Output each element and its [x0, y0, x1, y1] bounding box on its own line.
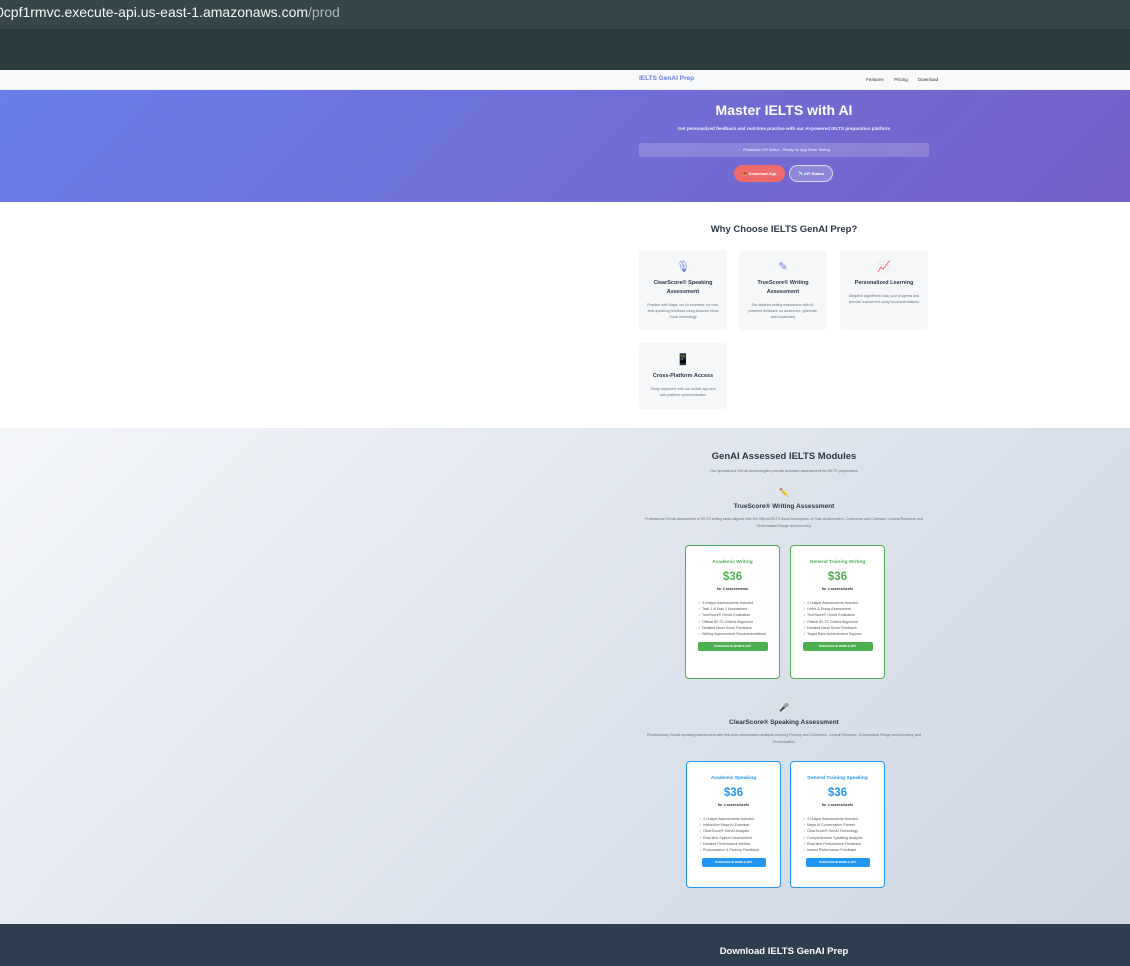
nav-link-download[interactable]: Download: [918, 77, 938, 82]
plan-price: $36: [722, 571, 743, 583]
url-path: /prod: [308, 4, 340, 20]
purchase-button[interactable]: PURCHASE IN MOBILE APP: [805, 858, 870, 868]
plan-title: General Training Speaking: [807, 776, 868, 781]
feature-card-cross-platform: 📱 Cross-Platform Access Study anywhere w…: [639, 343, 727, 409]
hero-buttons: 📥 Download App 📡 API Status: [734, 165, 833, 183]
modules-subheading: Our specialized GenAI technologies provi…: [710, 469, 858, 473]
pencil-icon: ✏️: [779, 488, 789, 497]
plan-title: General Training Writing: [809, 560, 866, 565]
plan-card-academic-writing: Academic Writing $36 for 4 assessments 4…: [685, 545, 780, 679]
url-host: 0cpf1rmvc.execute-api.us-east-1.amazonaw…: [0, 4, 309, 20]
api-status-text: Production API Active - Ready for App St…: [743, 148, 831, 152]
download-app-button[interactable]: 📥 Download App: [734, 165, 785, 182]
microphone-icon: 🎤: [779, 703, 789, 712]
hero-section: Master IELTS with AI Get personalized fe…: [0, 90, 1130, 202]
feature-title: ClearScore® Speaking Assessment: [653, 280, 713, 295]
edit-icon: ✎: [778, 261, 788, 273]
api-status-banner: ✓ Production API Active - Ready for App S…: [639, 143, 929, 157]
plan-card-general-writing: General Training Writing $36 for 4 asses…: [790, 545, 885, 679]
purchase-button[interactable]: PURCHASE IN MOBILE APP: [697, 642, 768, 652]
plan-title: Academic Writing: [712, 560, 753, 565]
plan-features: 4 Unique Assessments Included Letter & E…: [803, 600, 884, 637]
plan-quantity: for 4 assessments: [821, 587, 854, 591]
download-section: Download IELTS GenAI Prep: [0, 924, 1130, 966]
plan-features: 4 Unique Assessments Included Maya AI Co…: [803, 816, 884, 853]
nav-link-features[interactable]: Features: [866, 77, 884, 82]
mobile-icon: 📱: [676, 354, 690, 366]
speaking-section-title: ClearScore® Speaking Assessment: [729, 719, 839, 726]
download-heading: Download IELTS GenAI Prep: [719, 946, 849, 957]
plan-title: Academic Speaking: [710, 776, 757, 781]
feature-desc: Adaptive algorithms track your progress …: [848, 294, 920, 304]
feature-title: TrueScore® Writing Assessment: [757, 280, 809, 295]
features-section: Why Choose IELTS GenAI Prep? 🎙 ClearScor…: [0, 202, 1130, 428]
nav-link-pricing[interactable]: Pricing: [894, 77, 908, 82]
check-icon: ✓: [737, 148, 742, 152]
feature-title: Cross-Platform Access: [652, 373, 714, 379]
plan-card-general-speaking: General Training Speaking $36 for 4 asse…: [790, 761, 885, 888]
speaking-section-desc: Revolutionary GenAI speaking assessment …: [647, 733, 921, 744]
nav-links: Features Pricing Download: [866, 77, 947, 82]
microphone-icon: 🎙: [676, 261, 690, 273]
plan-feature: Pronunciation & Fluency Feedback: [699, 847, 780, 853]
plan-price: $36: [827, 571, 848, 583]
api-status-button[interactable]: 📡 API Status: [789, 165, 833, 182]
browser-toolbar: [0, 29, 1130, 70]
plan-price: $36: [723, 787, 744, 799]
hero-title: Master IELTS with AI: [715, 102, 853, 118]
plan-feature: Instant Performance Feedback: [803, 847, 884, 853]
top-nav: IELTS GenAI Prep Features Pricing Downlo…: [0, 70, 1130, 90]
plan-features: 4 Unique Assessments Included Interactiv…: [699, 816, 780, 853]
modules-heading: GenAI Assessed IELTS Modules: [711, 451, 857, 462]
nav-brand[interactable]: IELTS GenAI Prep: [639, 75, 694, 82]
feature-title: Personalized Learning: [854, 280, 914, 286]
plan-feature: Target Band Achievement Support: [803, 631, 884, 637]
plan-quantity: for 4 assessments: [821, 803, 854, 807]
writing-section-desc: Professional GenAI assessment of IELTS w…: [645, 517, 923, 528]
address-bar[interactable]: 0cpf1rmvc.execute-api.us-east-1.amazonaw…: [0, 0, 1130, 29]
features-heading: Why Choose IELTS GenAI Prep?: [710, 224, 858, 235]
hero-subtitle: Get personalized feedback and real-time …: [677, 126, 891, 131]
plan-price: $36: [827, 787, 848, 799]
feature-card-personalized: 📈 Personalized Learning Adaptive algorit…: [840, 250, 928, 330]
plan-card-academic-speaking: Academic Speaking $36 for 4 assessments …: [686, 761, 781, 888]
writing-section-title: TrueScore® Writing Assessment: [733, 503, 835, 510]
feature-card-speaking: 🎙 ClearScore® Speaking Assessment Practi…: [639, 250, 727, 330]
plan-feature: Writing Improvement Recommendations: [698, 631, 779, 637]
purchase-button[interactable]: PURCHASE IN MOBILE APP: [701, 858, 766, 868]
feature-desc: Get detailed writing evaluations with AI…: [748, 303, 818, 319]
page-viewport: IELTS GenAI Prep Features Pricing Downlo…: [0, 70, 1130, 966]
feature-desc: Study anywhere with our mobile app and w…: [650, 387, 716, 397]
feature-card-writing: ✎ TrueScore® Writing Assessment Get deta…: [739, 250, 827, 330]
plan-features: 4 Unique Assessments Included Task 1 & T…: [698, 600, 779, 637]
purchase-button[interactable]: PURCHASE IN MOBILE APP: [802, 642, 873, 652]
plan-quantity: for 4 assessments: [717, 803, 750, 807]
modules-section: GenAI Assessed IELTS Modules Our special…: [0, 428, 1130, 924]
plan-quantity: for 4 assessments: [716, 587, 749, 591]
feature-desc: Practice with Maya, our AI examiner, for…: [647, 303, 719, 319]
chart-line-icon: 📈: [877, 261, 891, 273]
